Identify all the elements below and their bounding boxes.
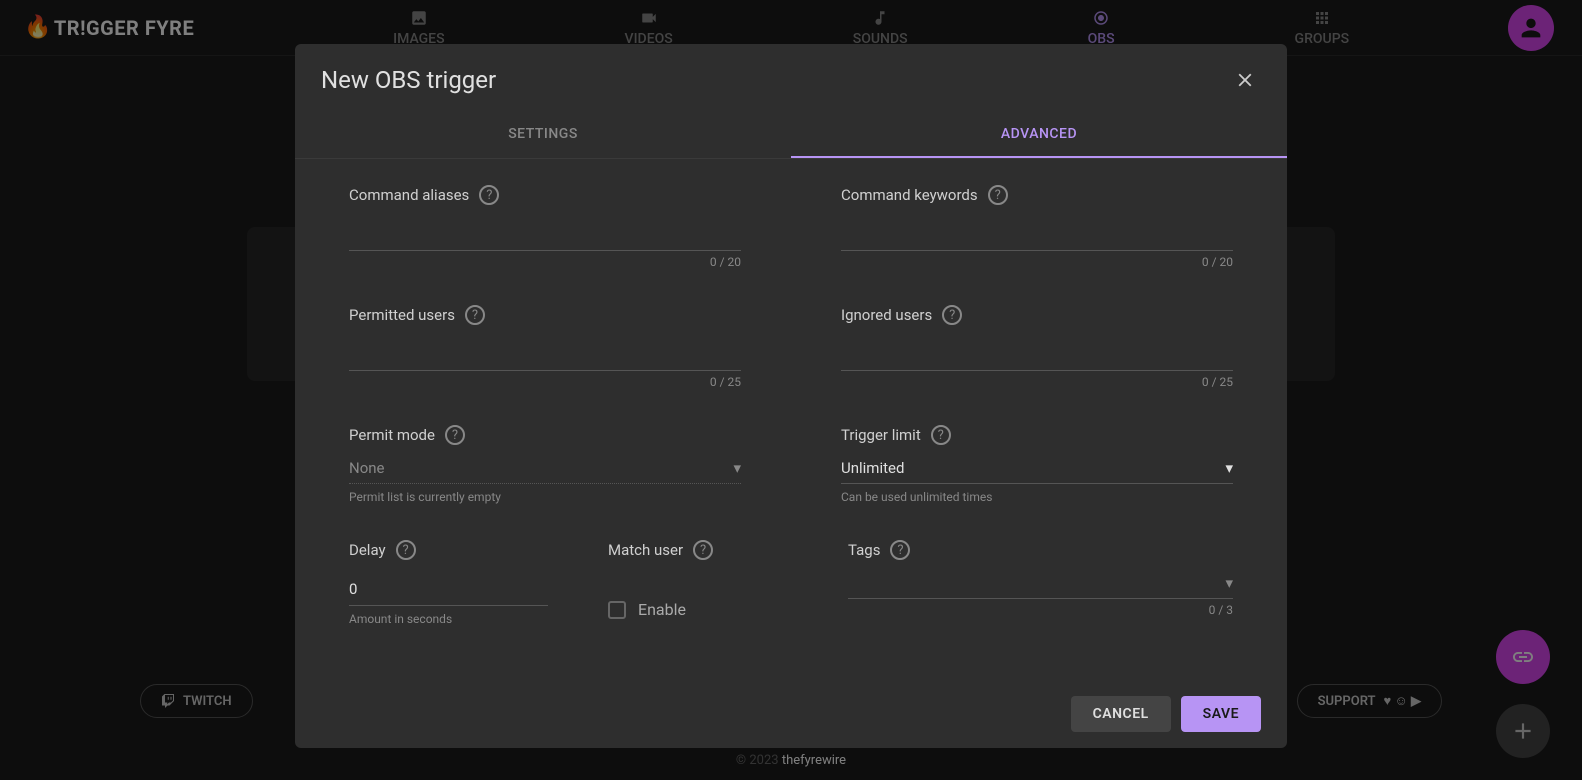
command-aliases-input[interactable] [349,211,741,251]
tags-select[interactable]: ▾ [848,566,1233,599]
match-user-label: Match user [608,541,683,559]
delay-input[interactable] [349,566,548,606]
help-icon[interactable]: ? [479,185,499,205]
close-icon [1234,69,1256,91]
chevron-down-icon: ▾ [733,459,741,477]
help-icon[interactable]: ? [942,305,962,325]
help-icon[interactable]: ? [988,185,1008,205]
trigger-limit-helper: Can be used unlimited times [841,490,1233,504]
save-button[interactable]: SAVE [1181,696,1261,732]
chevron-down-icon: ▾ [1225,574,1233,592]
delay-helper: Amount in seconds [349,612,548,626]
command-keywords-input[interactable] [841,211,1233,251]
ignored-users-counter: 0 / 25 [841,375,1233,389]
ignored-users-label: Ignored users [841,306,932,324]
trigger-limit-label: Trigger limit [841,426,921,444]
command-keywords-counter: 0 / 20 [841,255,1233,269]
modal-overlay: New OBS trigger SETTINGS ADVANCED Comman… [0,0,1582,780]
cancel-button[interactable]: CANCEL [1071,696,1171,732]
help-icon[interactable]: ? [890,540,910,560]
ignored-users-input[interactable] [841,331,1233,371]
permit-mode-helper: Permit list is currently empty [349,490,741,504]
permit-mode-label: Permit mode [349,426,435,444]
tags-counter: 0 / 3 [848,603,1233,617]
modal-title: New OBS trigger [321,66,496,94]
permitted-users-counter: 0 / 25 [349,375,741,389]
help-icon[interactable]: ? [931,425,951,445]
tags-label: Tags [848,541,880,559]
help-icon[interactable]: ? [445,425,465,445]
permitted-users-input[interactable] [349,331,741,371]
help-icon[interactable]: ? [396,540,416,560]
command-aliases-label: Command aliases [349,186,469,204]
help-icon[interactable]: ? [465,305,485,325]
tab-advanced[interactable]: ADVANCED [791,112,1287,158]
permit-mode-select[interactable]: None ▾ [349,451,741,484]
permitted-users-label: Permitted users [349,306,455,324]
command-aliases-counter: 0 / 20 [349,255,741,269]
new-obs-trigger-modal: New OBS trigger SETTINGS ADVANCED Comman… [295,44,1287,748]
match-user-checkbox[interactable] [608,601,626,619]
trigger-limit-select[interactable]: Unlimited ▾ [841,451,1233,484]
close-button[interactable] [1229,64,1261,96]
match-user-checkbox-label: Enable [638,600,686,619]
chevron-down-icon: ▾ [1225,459,1233,477]
command-keywords-label: Command keywords [841,186,978,204]
delay-label: Delay [349,541,386,559]
tab-settings[interactable]: SETTINGS [295,112,791,158]
help-icon[interactable]: ? [693,540,713,560]
